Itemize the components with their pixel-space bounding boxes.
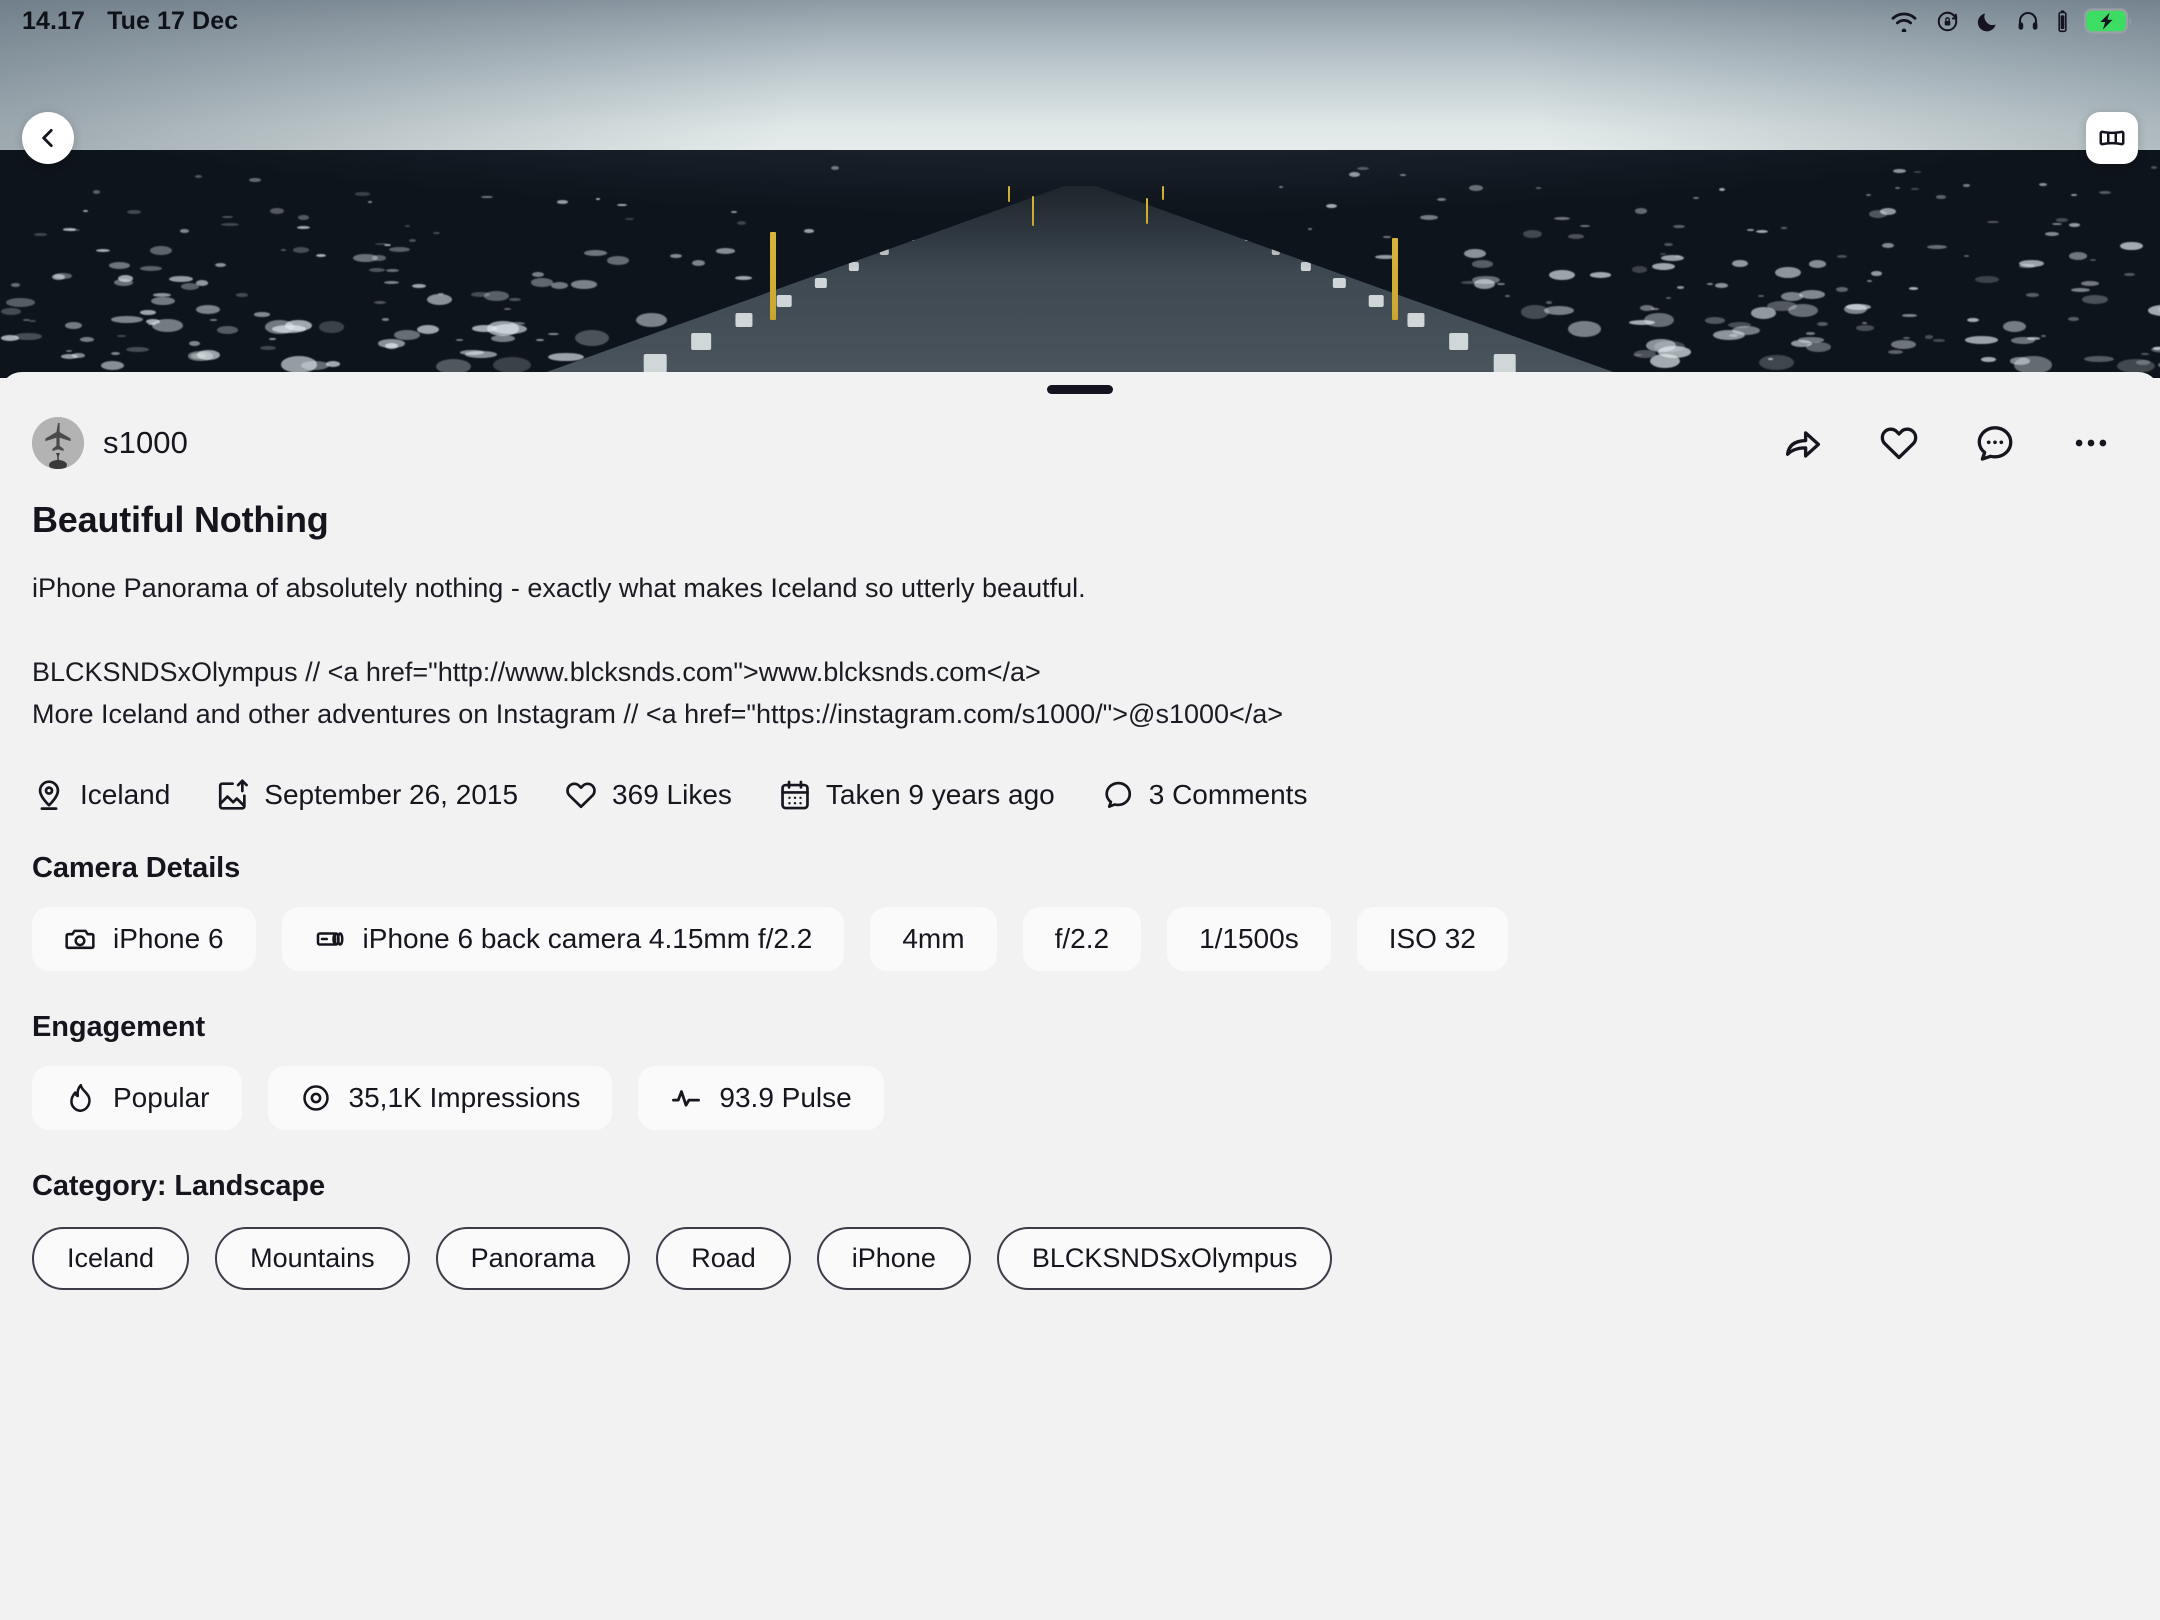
share-button[interactable] [1782, 422, 1824, 464]
tag-item[interactable]: Mountains [215, 1227, 410, 1291]
comment-bubble-icon [1105, 781, 1131, 809]
airplane-avatar-icon [32, 417, 84, 469]
tag-item[interactable]: Panorama [435, 1227, 631, 1291]
camera-icon [65, 929, 95, 950]
lens-icon [316, 932, 344, 946]
location-pin-icon [38, 780, 60, 811]
meta-row: Iceland September 26, 2015 369 Likes Tak… [32, 778, 2128, 812]
chevron-left-icon [42, 129, 53, 147]
chip-shutter-speed[interactable]: 1/1500s [1167, 907, 1331, 972]
panorama-button[interactable] [2086, 112, 2138, 164]
panorama-icon [2099, 130, 2125, 146]
category-heading: Category: Landscape [32, 1170, 326, 1203]
chip-popular[interactable]: Popular [32, 1066, 242, 1131]
calendar-icon [781, 780, 809, 810]
sheet-drag-handle[interactable] [1047, 385, 1113, 394]
more-icon [2075, 439, 2107, 447]
chip-impressions-label: 35,1K Impressions [348, 1082, 581, 1114]
author-row: s1000 [32, 417, 2128, 469]
engagement-chips: Popular 35,1K Impressions 93.9 Pulse [32, 1066, 2128, 1131]
camera-details-chips: iPhone 6 iPhone 6 back camera 4.15mm f/2… [32, 907, 2128, 972]
post-links: BLCKSNDSxOlympus // <a href="http://www.… [32, 652, 2128, 736]
eye-icon [302, 1085, 329, 1111]
image-upload-icon [219, 779, 249, 810]
camera-details-heading: Camera Details [32, 852, 241, 885]
chip-aperture-label: f/2.2 [1054, 923, 1110, 955]
chip-camera-model[interactable]: iPhone 6 [32, 907, 256, 972]
chip-shutter-speed-label: 1/1500s [1199, 923, 1299, 955]
chip-focal-length[interactable]: 4mm [870, 907, 997, 972]
heart-icon [1880, 427, 1918, 460]
chip-popular-label: Popular [113, 1082, 210, 1114]
meta-taken-date[interactable]: Taken 9 years ago [778, 778, 1055, 812]
meta-taken-date-label: Taken 9 years ago [825, 779, 1055, 811]
meta-upload-date[interactable]: September 26, 2015 [216, 778, 518, 812]
author-name[interactable]: s1000 [103, 425, 188, 461]
tag-item[interactable]: BLCKSNDSxOlympus [996, 1227, 1333, 1291]
chip-lens[interactable]: iPhone 6 back camera 4.15mm f/2.2 [281, 907, 845, 972]
flame-icon [70, 1084, 91, 1113]
link-line-2: More Iceland and other adventures on Ins… [32, 699, 1284, 730]
chip-impressions[interactable]: 35,1K Impressions [267, 1066, 613, 1131]
meta-comments[interactable]: 3 Comments [1101, 778, 1308, 812]
share-icon [1785, 431, 1821, 458]
avatar[interactable] [32, 417, 84, 469]
chip-iso-label: ISO 32 [1388, 923, 1476, 955]
detail-sheet: s1000 Beautiful Nothing iPhone Panorama … [0, 372, 2160, 1620]
engagement-heading: Engagement [32, 1011, 206, 1044]
chip-pulse-label: 93.9 Pulse [719, 1082, 852, 1114]
meta-likes-label: 369 Likes [612, 779, 732, 811]
tag-item[interactable]: Iceland [32, 1227, 190, 1291]
like-button[interactable] [1878, 422, 1920, 464]
chip-aperture[interactable]: f/2.2 [1022, 907, 1142, 972]
chip-pulse[interactable]: 93.9 Pulse [638, 1066, 884, 1131]
post-description: iPhone Panorama of absolutely nothing - … [32, 573, 1086, 603]
chip-lens-label: iPhone 6 back camera 4.15mm f/2.2 [362, 923, 813, 955]
action-icon-group [1782, 422, 2128, 464]
chip-camera-model-label: iPhone 6 [113, 923, 224, 955]
sky [0, 0, 2160, 158]
link-line-1: BLCKSNDSxOlympus // <a href="http://www.… [32, 657, 1041, 688]
comment-icon [1977, 426, 2013, 461]
meta-likes[interactable]: 369 Likes [564, 778, 732, 812]
comment-button[interactable] [1974, 422, 2016, 464]
tag-item[interactable]: Road [656, 1227, 791, 1291]
hero-photo[interactable] [0, 0, 2160, 378]
pulse-icon [672, 1090, 701, 1107]
meta-location[interactable]: Iceland [32, 778, 170, 812]
tag-item[interactable]: iPhone [816, 1227, 971, 1291]
meta-upload-date-label: September 26, 2015 [264, 779, 519, 811]
tag-list: Iceland Mountains Panorama Road iPhone B… [32, 1227, 2128, 1291]
more-options-button[interactable] [2070, 422, 2112, 464]
chip-iso[interactable]: ISO 32 [1356, 907, 1508, 972]
meta-comments-label: 3 Comments [1148, 779, 1308, 811]
heart-icon [566, 782, 596, 809]
meta-location-label: Iceland [80, 779, 171, 811]
chip-focal-length-label: 4mm [902, 923, 965, 955]
page-title: Beautiful Nothing [32, 499, 329, 540]
back-button[interactable] [22, 112, 74, 164]
photo-detail-screen: 14.17 Tue 17 Dec s1000 Beautiful Nothing… [0, 0, 2160, 1620]
